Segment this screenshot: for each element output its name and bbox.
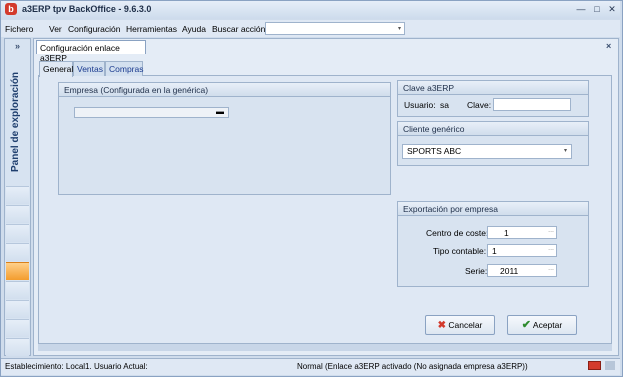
chevron-down-icon[interactable]: ▾ xyxy=(398,25,401,32)
cancel-button[interactable]: ✖ Cancelar xyxy=(425,315,495,335)
tipo-contable-label: Tipo contable: xyxy=(433,246,487,256)
bottom-strip xyxy=(38,343,612,351)
sidebar-slot[interactable] xyxy=(6,205,29,223)
empresa-group: Empresa (Configurada en la genérica) xyxy=(58,82,391,195)
tab-ventas[interactable]: Ventas xyxy=(73,61,105,76)
serie-value: 2011 xyxy=(500,266,519,276)
sidebar-slot[interactable] xyxy=(6,186,29,204)
sidebar-slot[interactable] xyxy=(6,300,29,318)
close-window-button[interactable]: ✕ xyxy=(606,3,618,15)
window-title: a3ERP tpv BackOffice - 9.6.3.0 xyxy=(22,4,152,14)
cliente-value: SPORTS ABC xyxy=(407,146,462,156)
clave-group-title: Clave a3ERP xyxy=(398,81,588,95)
menu-fichero[interactable]: Fichero xyxy=(5,24,33,34)
accept-button[interactable]: ✔ Aceptar xyxy=(507,315,577,335)
usuario-value: sa xyxy=(440,100,449,110)
empresa-group-title: Empresa (Configurada en la genérica) xyxy=(59,83,390,97)
close-document-button[interactable]: × xyxy=(606,41,611,51)
tipo-contable-field[interactable]: 1 ... xyxy=(487,244,557,257)
sidebar-slot-selected[interactable] xyxy=(6,262,29,280)
menu-ayuda[interactable]: Ayuda xyxy=(182,24,206,34)
cancel-label: Cancelar xyxy=(448,320,483,330)
menu-buscar-accion[interactable]: Buscar acción xyxy=(212,24,265,34)
empresa-marker-icon: ▬ xyxy=(216,107,224,116)
cancel-icon: ✖ xyxy=(437,320,446,331)
serie-field[interactable]: 2011 ... xyxy=(487,264,557,277)
sidebar-slot[interactable] xyxy=(6,243,29,261)
ellipsis-icon[interactable]: ... xyxy=(548,245,554,252)
checkmark-icon: ✔ xyxy=(521,319,531,331)
status-mode: Normal (Enlace a3ERP activado (No asigna… xyxy=(297,362,528,371)
app-logo: b xyxy=(5,3,17,15)
exportacion-group-title: Exportación por empresa xyxy=(398,202,588,216)
status-establecimiento: Establecimiento: Local1. Usuario Actual: xyxy=(5,362,148,371)
tab-general[interactable]: General xyxy=(39,61,73,77)
flag-icon xyxy=(588,361,601,370)
accept-label: Aceptar xyxy=(532,320,563,330)
cliente-select[interactable]: SPORTS ABC ▾ xyxy=(402,144,572,159)
sidebar-slot[interactable] xyxy=(6,224,29,242)
action-search-combo[interactable]: ▾ xyxy=(265,22,405,35)
centro-coste-label: Centro de coste: xyxy=(426,228,489,238)
minimize-button[interactable]: — xyxy=(575,3,587,15)
panel-exploracion-label[interactable]: Panel de exploración xyxy=(10,62,26,182)
tab-configuracion-enlace[interactable]: Configuración enlace a3ERP xyxy=(36,40,146,63)
maximize-button[interactable]: □ xyxy=(591,3,603,15)
expand-panel-button[interactable]: » xyxy=(6,41,29,55)
usuario-label: Usuario: xyxy=(404,100,436,110)
centro-coste-field[interactable]: 1 ... xyxy=(487,226,557,239)
sidebar-slot[interactable] xyxy=(6,281,29,299)
resize-grip-icon[interactable] xyxy=(605,361,615,370)
clave-label: Clave: xyxy=(467,100,492,110)
ellipsis-icon[interactable]: ... xyxy=(548,265,554,272)
centro-coste-value: 1 xyxy=(504,228,509,238)
cliente-group-title: Cliente genérico xyxy=(398,122,588,136)
tab-compras[interactable]: Compras xyxy=(105,61,143,76)
password-field[interactable] xyxy=(493,98,571,111)
menu-herramientas[interactable]: Herramientas xyxy=(126,24,177,34)
ellipsis-icon[interactable]: ... xyxy=(548,227,554,234)
menu-ver[interactable]: Ver xyxy=(49,24,62,34)
sidebar-slot[interactable] xyxy=(6,319,29,337)
sidebar-slot[interactable] xyxy=(6,338,29,356)
serie-label: Serie: xyxy=(465,266,488,276)
empresa-selector[interactable]: ▬ xyxy=(74,107,229,118)
tipo-contable-value: 1 xyxy=(492,246,497,256)
menu-configuracion[interactable]: Configuración xyxy=(68,24,120,34)
chevron-down-icon[interactable]: ▾ xyxy=(564,147,567,154)
